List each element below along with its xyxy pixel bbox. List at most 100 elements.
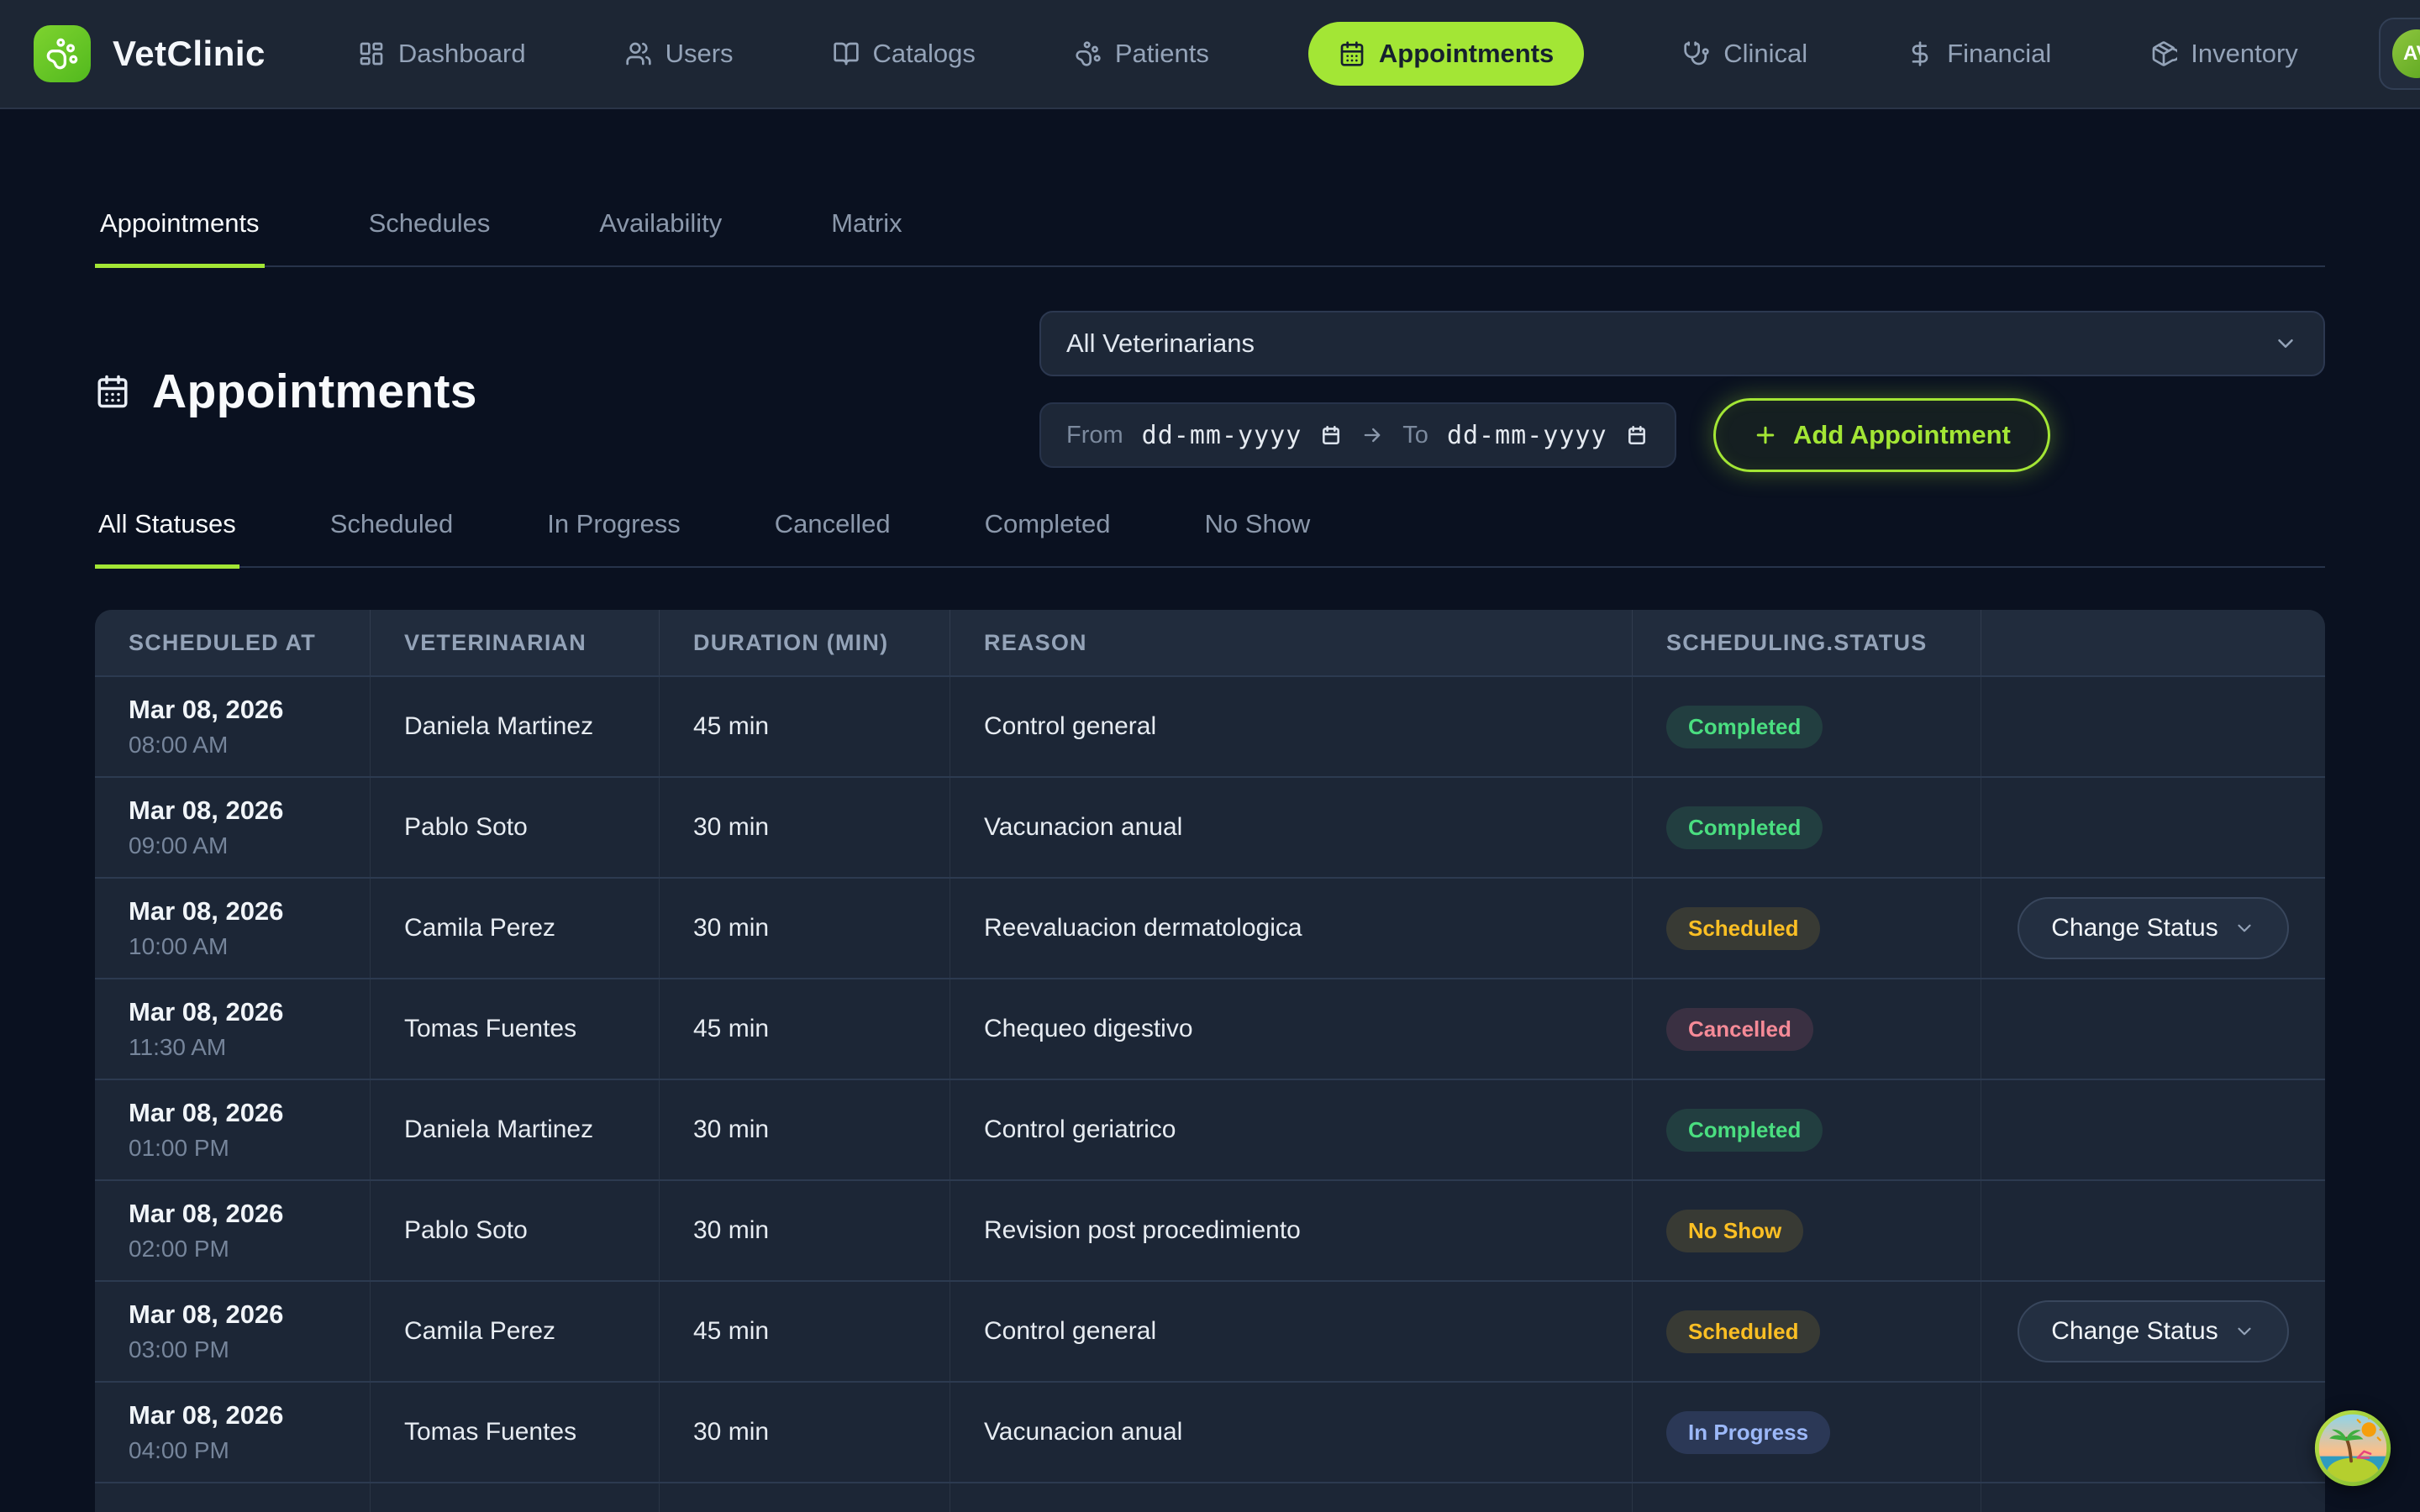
veterinarian-cell: Tomas Fuentes (371, 1383, 660, 1482)
col-duration: DURATION (MIN) (660, 610, 950, 675)
veterinarian-cell: Daniela Martinez (371, 677, 660, 776)
reason-cell (950, 1483, 1633, 1512)
table-row: Mar 08, 2026 10:00 AM Camila Perez 30 mi… (95, 877, 2325, 978)
paw-icon (45, 37, 79, 71)
change-status-button[interactable]: Change Status (2018, 1300, 2288, 1362)
main-nav: Dashboard Users Catalogs Patients Appoin… (358, 22, 2298, 86)
duration-cell: 30 min (660, 879, 950, 978)
date-filter-line: From dd-mm-yyyy To dd-mm-yyyy (1039, 398, 2325, 472)
status-badge: No Show (1666, 1210, 1803, 1252)
reason-cell: Reevaluacion dermatologica (950, 879, 1633, 978)
duration-cell: 30 min (660, 778, 950, 877)
reason-cell: Revision post procedimiento (950, 1181, 1633, 1280)
col-veterinarian: VETERINARIAN (371, 610, 660, 675)
table-row: Mar 08, 2026 (95, 1482, 2325, 1512)
duration-cell: 30 min (660, 1181, 950, 1280)
table-row: Mar 08, 2026 11:30 AM Tomas Fuentes 45 m… (95, 978, 2325, 1079)
arrow-right-icon (1360, 423, 1384, 447)
veterinarian-select-value: All Veterinarians (1066, 328, 1255, 359)
reason-cell: Vacunacion anual (950, 1383, 1633, 1482)
nav-item-dashboard[interactable]: Dashboard (358, 39, 526, 69)
page-content: Appointments Schedules Availability Matr… (0, 208, 2420, 1512)
status-badge: In Progress (1666, 1411, 1830, 1454)
veterinarian-cell: Camila Perez (371, 1282, 660, 1381)
reason-cell: Chequeo digestivo (950, 979, 1633, 1079)
status-tab-cancelled[interactable]: Cancelled (771, 509, 894, 569)
header-row: Appointments All Veterinarians From dd-m… (95, 311, 2325, 472)
chevron-down-icon (2233, 917, 2255, 939)
duration-cell: 45 min (660, 677, 950, 776)
table-row: Mar 08, 2026 02:00 PM Pablo Soto 30 min … (95, 1179, 2325, 1280)
filters: All Veterinarians From dd-mm-yyyy To d (1039, 311, 2325, 472)
duration-cell: 45 min (660, 979, 950, 1079)
nav-item-clinical[interactable]: Clinical (1683, 39, 1807, 69)
page-title: Appointments (152, 364, 477, 419)
status-tabs: All Statuses Scheduled In Progress Cance… (95, 509, 2325, 568)
dashboard-icon (358, 40, 385, 67)
reason-cell: Control geriatrico (950, 1080, 1633, 1179)
add-appointment-button[interactable]: Add Appointment (1713, 398, 2050, 472)
from-label: From (1066, 422, 1123, 449)
duration-cell: 30 min (660, 1383, 950, 1482)
duration-cell: 30 min (660, 1080, 950, 1179)
nav-item-appointments[interactable]: Appointments (1308, 22, 1584, 86)
nav-item-financial[interactable]: Financial (1907, 39, 2051, 69)
date-range: From dd-mm-yyyy To dd-mm-yyyy (1039, 402, 1676, 468)
status-tab-completed[interactable]: Completed (981, 509, 1114, 569)
top-navbar: VetClinic Dashboard Users Catalogs Patie… (0, 0, 2420, 109)
appointment-time: 01:00 PM (129, 1135, 229, 1162)
col-scheduled-at: SCHEDULED AT (95, 610, 371, 675)
package-icon (2150, 40, 2177, 67)
from-date-input[interactable]: dd-mm-yyyy (1142, 421, 1302, 450)
status-tab-in-progress[interactable]: In Progress (544, 509, 684, 569)
stethoscope-icon (1683, 40, 1710, 67)
tab-matrix[interactable]: Matrix (826, 208, 907, 268)
table-row: Mar 08, 2026 09:00 AM Pablo Soto 30 min … (95, 776, 2325, 877)
nav-item-catalogs[interactable]: Catalogs (833, 39, 976, 69)
avatar: AV (2392, 29, 2420, 78)
appointment-time: 10:00 AM (129, 933, 228, 960)
plus-icon (1753, 423, 1778, 448)
veterinarian-select[interactable]: All Veterinarians (1039, 311, 2325, 376)
chevron-down-icon (2273, 331, 2298, 356)
appointment-date: Mar 08, 2026 (129, 1400, 283, 1431)
nav-item-inventory[interactable]: Inventory (2150, 39, 2298, 69)
calendar-icon[interactable] (1626, 424, 1648, 446)
col-reason: REASON (950, 610, 1633, 675)
island-fab[interactable] (2312, 1408, 2393, 1488)
nav-item-users[interactable]: Users (625, 39, 734, 69)
tab-availability[interactable]: Availability (594, 208, 727, 268)
to-date-input[interactable]: dd-mm-yyyy (1447, 421, 1607, 450)
page-title-wrap: Appointments (95, 364, 477, 419)
status-tab-all[interactable]: All Statuses (95, 509, 239, 569)
tab-appointments[interactable]: Appointments (95, 208, 265, 268)
reason-cell: Vacunacion anual (950, 778, 1633, 877)
status-tab-scheduled[interactable]: Scheduled (327, 509, 457, 569)
appointment-time: 04:00 PM (129, 1437, 229, 1464)
appointment-date: Mar 08, 2026 (129, 1299, 283, 1330)
calendar-icon[interactable] (1320, 424, 1342, 446)
paw-icon (1075, 40, 1102, 67)
status-badge: Scheduled (1666, 907, 1820, 950)
table-header: SCHEDULED AT VETERINARIAN DURATION (MIN)… (95, 610, 2325, 675)
tab-schedules[interactable]: Schedules (364, 208, 496, 268)
reason-cell: Control general (950, 1282, 1633, 1381)
status-badge: Completed (1666, 806, 1823, 849)
duration-cell: 45 min (660, 1282, 950, 1381)
appointment-date: Mar 08, 2026 (129, 695, 283, 725)
table-row: Mar 08, 2026 01:00 PM Daniela Martinez 3… (95, 1079, 2325, 1179)
status-badge: Scheduled (1666, 1310, 1820, 1353)
status-tab-no-show[interactable]: No Show (1202, 509, 1314, 569)
appointment-time: 03:00 PM (129, 1336, 229, 1363)
book-icon (833, 40, 860, 67)
veterinarian-cell: Tomas Fuentes (371, 979, 660, 1079)
appointment-date: Mar 08, 2026 (129, 1199, 283, 1229)
change-status-button[interactable]: Change Status (2018, 897, 2288, 959)
calendar-icon (1339, 40, 1365, 67)
admin-menu-button[interactable]: AV Admin (2379, 18, 2420, 90)
nav-item-patients[interactable]: Patients (1075, 39, 1209, 69)
veterinarian-cell: Camila Perez (371, 879, 660, 978)
status-badge: Cancelled (1666, 1008, 1813, 1051)
brand-name: VetClinic (113, 34, 266, 74)
chevron-down-icon (2233, 1320, 2255, 1342)
